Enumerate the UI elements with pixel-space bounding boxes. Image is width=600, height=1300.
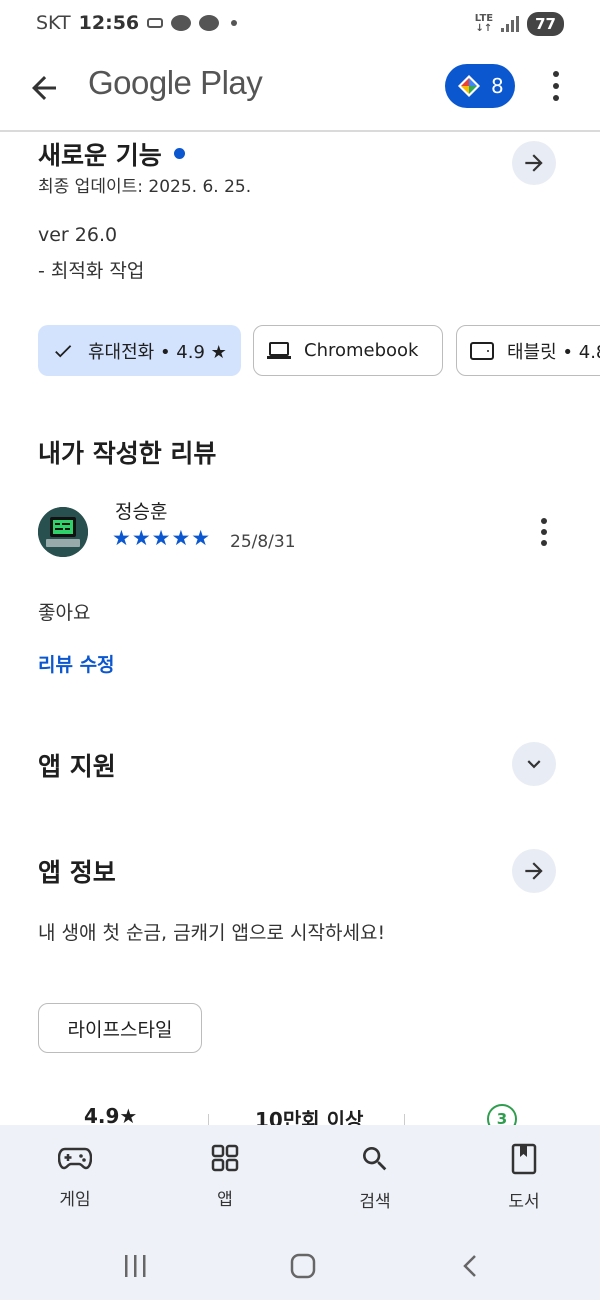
nav-games-label: 게임 <box>59 1190 91 1210</box>
signal-icon <box>501 16 520 32</box>
arrow-forward-icon <box>525 154 543 172</box>
device-chip-tablet[interactable]: 태블릿 • 4.8 <box>456 325 600 376</box>
more-options-button[interactable] <box>546 68 566 104</box>
whats-new-arrow-button[interactable] <box>512 141 556 185</box>
my-review-title: 내가 작성한 리뷰 <box>38 439 217 468</box>
talk-bubble-icon <box>199 15 220 31</box>
app-description: 내 생애 첫 순금, 금캐기 앱으로 시작하세요! <box>38 922 386 944</box>
review-more-button[interactable] <box>534 516 554 548</box>
system-navigation-bar <box>0 1235 600 1300</box>
app-info-arrow-button[interactable] <box>512 849 556 893</box>
talk-bubble-icon <box>171 15 192 31</box>
device-chip-phone[interactable]: 휴대전화 • 4.9 ★ <box>38 325 241 376</box>
last-updated: 최종 업데이트: 2025. 6. 25. <box>38 177 252 197</box>
search-icon <box>363 1147 387 1171</box>
new-indicator-dot <box>173 147 185 159</box>
reviewer-name: 정승훈 <box>115 501 168 523</box>
tablet-icon <box>470 341 494 360</box>
app-info-title: 앱 정보 <box>38 858 116 887</box>
recent-apps-button[interactable] <box>120 1251 150 1281</box>
status-left: SKT 12:56 <box>36 12 238 34</box>
nav-books-label: 도서 <box>508 1192 540 1212</box>
app-support-expand-button[interactable] <box>512 742 556 786</box>
home-icon <box>290 1253 316 1279</box>
avatar <box>38 507 88 557</box>
nav-games[interactable]: 게임 <box>30 1143 120 1210</box>
gamepad-icon <box>58 1147 92 1170</box>
carrier-label: SKT <box>36 12 71 34</box>
device-chip-chromebook-label: Chromebook <box>304 340 419 361</box>
voicemail-icon <box>147 18 164 28</box>
whats-new-title: 새로운 기능 <box>38 136 185 172</box>
review-text: 좋아요 <box>38 602 91 624</box>
battery-indicator: 77 <box>527 12 564 36</box>
system-back-button[interactable] <box>456 1251 486 1281</box>
clock: 12:56 <box>78 12 140 34</box>
play-points-button[interactable]: 8 <box>445 64 515 108</box>
nav-search[interactable]: 검색 <box>330 1143 420 1212</box>
arrow-back-icon <box>32 76 56 100</box>
chevron-down-icon <box>527 760 541 769</box>
device-chip-phone-label: 휴대전화 • 4.9 ★ <box>88 341 227 363</box>
release-notes: - 최적화 작업 <box>38 260 145 282</box>
app-bar: Google Play 8 <box>0 48 600 130</box>
recent-apps-icon <box>125 1255 146 1277</box>
review-stars: ★★★★★ <box>112 526 212 550</box>
back-button[interactable] <box>26 70 62 106</box>
computer-avatar-icon <box>38 507 88 557</box>
bottom-navigation: 게임 앱 검색 도서 <box>0 1125 600 1235</box>
nav-apps[interactable]: 앱 <box>180 1143 270 1210</box>
status-right: LTE ↓↑ 77 <box>475 12 564 36</box>
nav-search-label: 검색 <box>359 1192 391 1212</box>
apps-grid-icon <box>211 1144 239 1172</box>
arrow-forward-icon <box>525 862 543 880</box>
nav-books[interactable]: 도서 <box>479 1143 569 1212</box>
nav-apps-label: 앱 <box>217 1190 233 1210</box>
device-chip-tablet-label: 태블릿 • 4.8 <box>507 341 600 363</box>
points-count: 8 <box>491 74 504 98</box>
device-chip-chromebook[interactable]: Chromebook <box>253 325 443 376</box>
review-date: 25/8/31 <box>230 532 296 552</box>
app-title: Google Play <box>88 64 263 101</box>
home-button[interactable] <box>288 1251 318 1281</box>
laptop-icon <box>267 341 291 359</box>
more-notifications-icon <box>231 20 238 26</box>
status-bar: SKT 12:56 LTE ↓↑ 77 <box>0 0 600 48</box>
category-chip[interactable]: 라이프스타일 <box>38 1003 202 1053</box>
play-points-icon <box>458 75 480 97</box>
check-icon <box>55 344 72 357</box>
version-text: ver 26.0 <box>38 224 118 246</box>
edit-review-link[interactable]: 리뷰 수정 <box>38 650 115 677</box>
book-icon <box>511 1143 537 1175</box>
app-support-title: 앱 지원 <box>38 752 116 781</box>
lte-icon: LTE ↓↑ <box>474 13 494 34</box>
chevron-left-icon <box>463 1255 476 1277</box>
app-bar-divider <box>0 130 600 132</box>
